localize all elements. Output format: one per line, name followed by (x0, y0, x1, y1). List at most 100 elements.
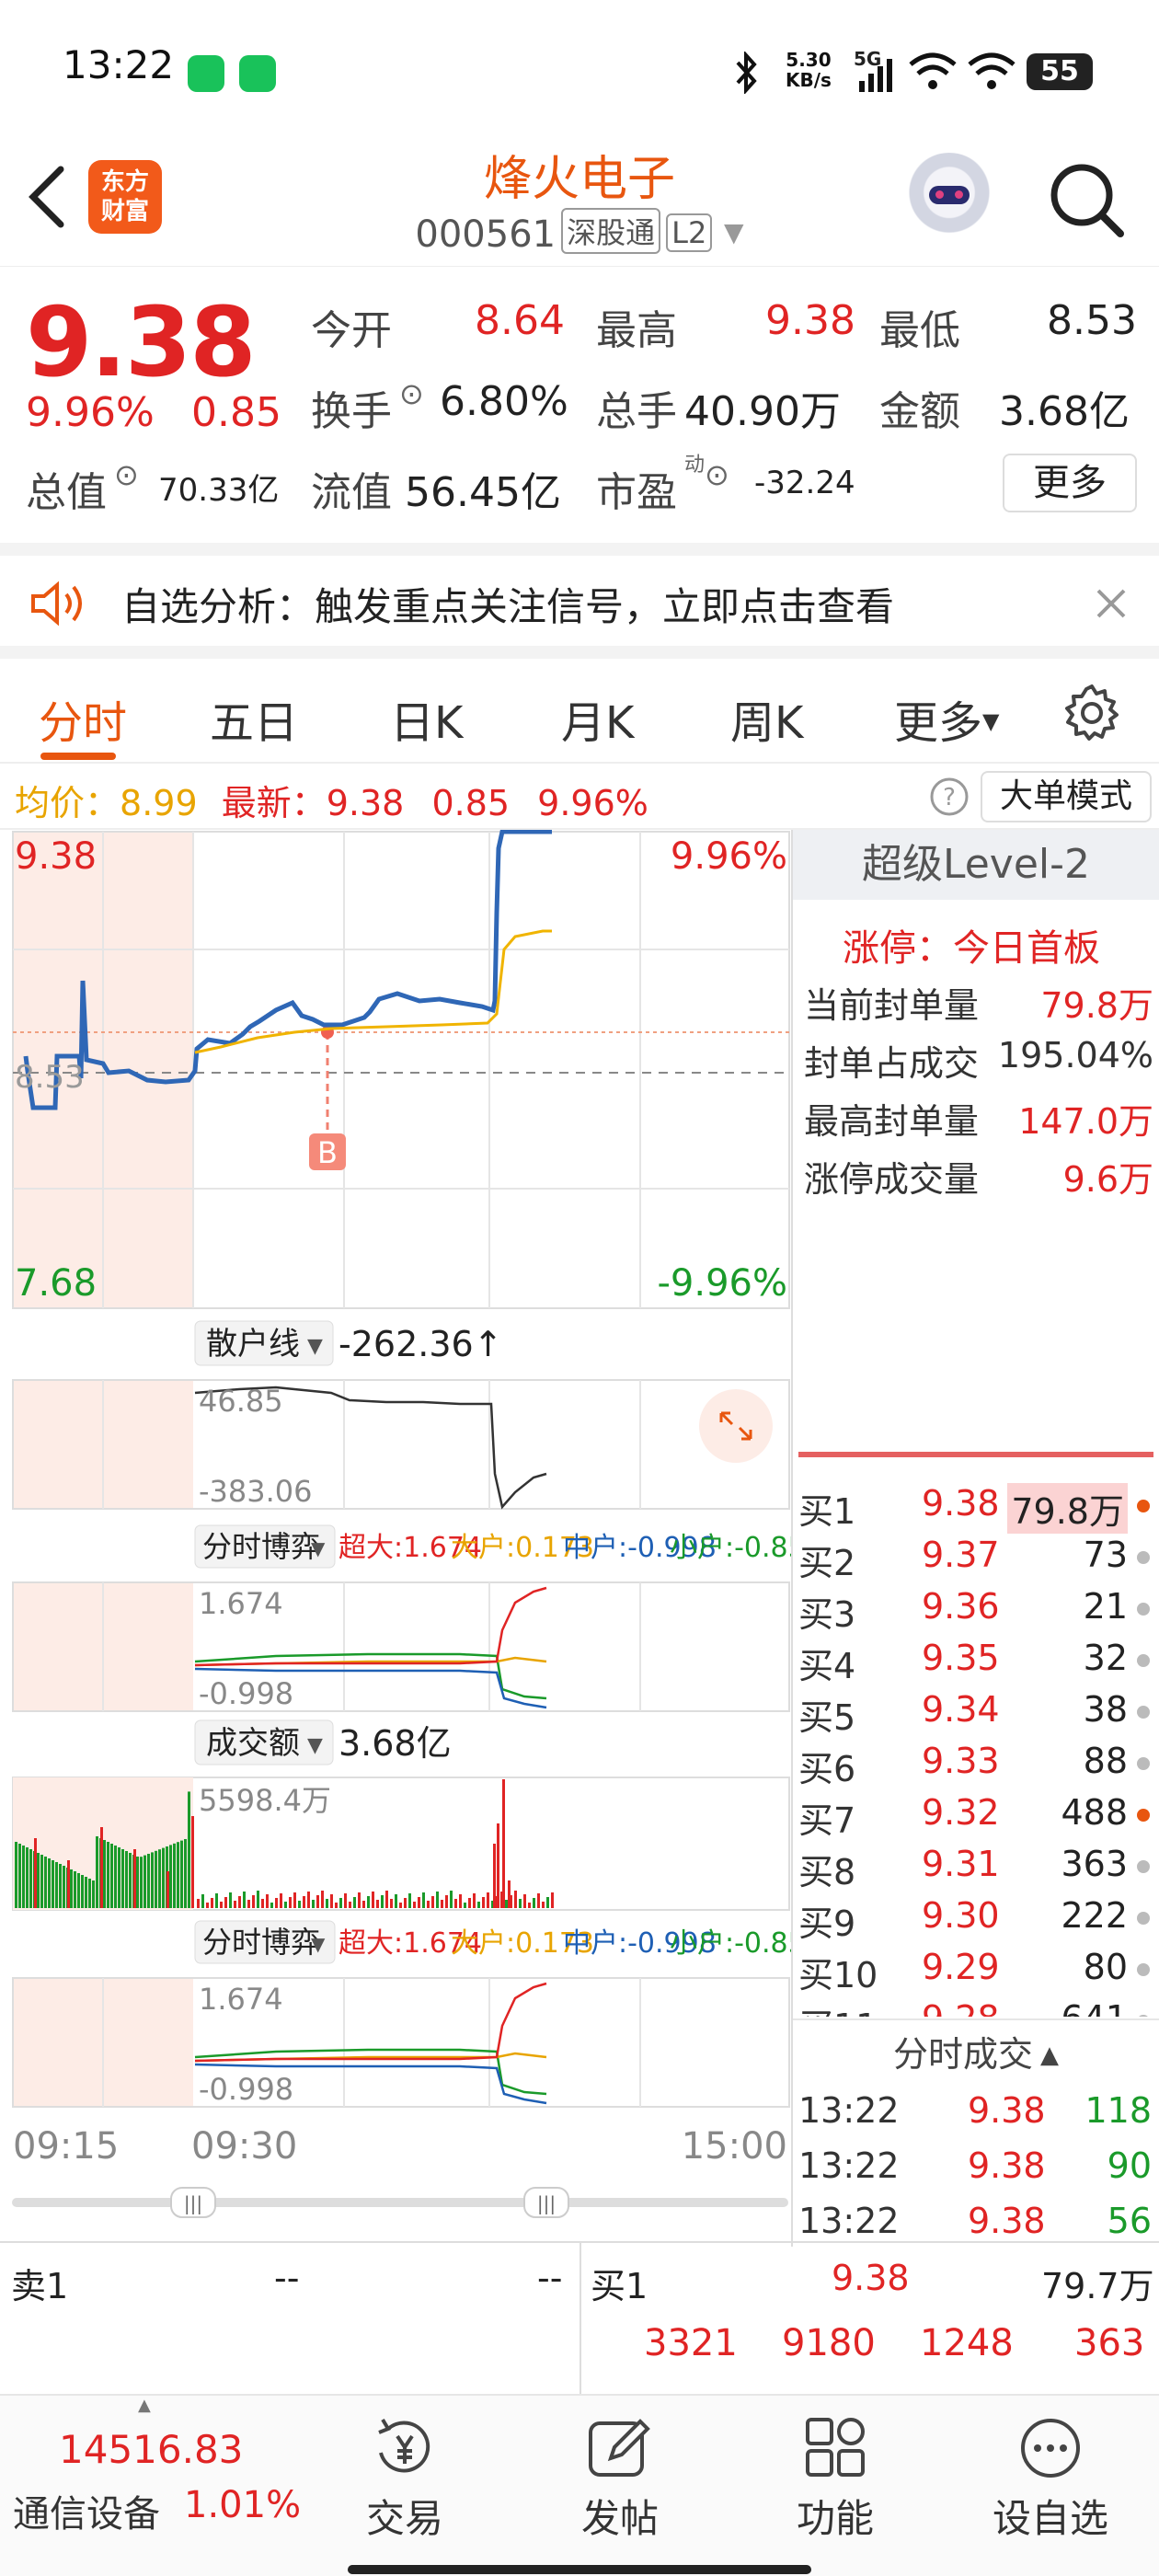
bid-price: 9.30 (922, 1895, 1000, 1936)
volume-bar (125, 1851, 128, 1908)
order-dot-icon (1137, 1912, 1150, 1925)
bid-row[interactable]: 买1 9.38 79.8万 (793, 1483, 1159, 1534)
amount-selector-label: 成交额 (206, 1725, 300, 1762)
bid-row[interactable]: 买9 9.30 222 (793, 1895, 1159, 1944)
amount-label: 金额 (879, 388, 960, 435)
sell1-volume: -- (537, 2258, 563, 2298)
sector-index[interactable]: ▲ 14516.83 通信设备 1.01% (0, 2396, 304, 2561)
order-dot-icon (1137, 1603, 1150, 1616)
settings-gear-icon[interactable] (1061, 683, 1122, 743)
bid-volume: 488 (1061, 1792, 1128, 1833)
volume-bar (92, 1880, 95, 1908)
bid-price: 9.38 (922, 1483, 1000, 1524)
bid-label: 买3 (798, 1594, 856, 1635)
order-dot-icon (1137, 1654, 1150, 1667)
big-order-mode-button[interactable]: 大单模式 (981, 771, 1152, 822)
bid-row[interactable]: 买10 9.29 80 (793, 1947, 1159, 1995)
game-legend: 超大:1.674大户:0.173中户:-0.998小户:-0.850 (339, 1532, 791, 1564)
help-icon[interactable]: ? (929, 776, 970, 817)
close-icon[interactable] (1095, 587, 1128, 620)
bid-row[interactable]: 买2 9.37 73 (793, 1535, 1159, 1583)
volume-bar (303, 1896, 305, 1908)
bid-row[interactable]: 买8 9.31 363 (793, 1844, 1159, 1892)
bid-row[interactable]: 买7 9.32 488 (793, 1792, 1159, 1841)
volume-bar (289, 1897, 292, 1908)
tab-intraday[interactable]: 分时 (39, 686, 127, 751)
stat-label: 当前封单量 (804, 985, 980, 1026)
bid-row[interactable]: 买11 9.28 641 (793, 1998, 1159, 2017)
queue-order: 1248 (920, 2322, 1014, 2364)
change-amount: 0.85 (191, 389, 281, 436)
volume-bar (537, 1893, 540, 1908)
level2-title[interactable]: 超级Level-2 (793, 830, 1159, 900)
y-ref-label: 8.53 (15, 1059, 85, 1096)
volume-bar (533, 1898, 535, 1908)
tick-time: 13:22 (798, 2145, 900, 2186)
info-icon[interactable]: ⊙ (399, 376, 424, 411)
bid-row[interactable]: 买5 9.34 38 (793, 1689, 1159, 1738)
tick-time: 13:22 (798, 2201, 900, 2241)
bid-volume: 21 (1083, 1586, 1128, 1627)
bid-label: 买8 (798, 1852, 856, 1892)
intraday-chart-area[interactable]: B 9.38 8.53 7.68 9.96% -9.96% 散户线 ▼ -262… (0, 829, 823, 2247)
volume-bar (81, 1875, 84, 1908)
bid-row[interactable]: 买4 9.35 32 (793, 1638, 1159, 1686)
volume-bar (48, 1858, 51, 1908)
float-cap-label: 流值 (311, 469, 392, 516)
stat-value: 147.0万 (1018, 1101, 1153, 1142)
more-button[interactable]: 更多 (1003, 454, 1137, 512)
quote-panel: 9.38 9.96% 0.85 总值 ⊙ 70.33亿 今开 8.64 最高 9… (0, 268, 1159, 535)
volume-bar (280, 1893, 282, 1908)
nav-post[interactable]: 发帖 (528, 2403, 712, 2544)
nav-add-watchlist[interactable]: 设自选 (958, 2403, 1142, 2544)
status-bar: 13:22 5.30 KB/s 5G 55 (0, 0, 1159, 138)
retail-min-label: -383.06 (199, 1474, 313, 1509)
game-legend-2: 超大:1.674大户:0.173中户:-0.998小户:-0.850 (339, 1927, 791, 1960)
bid-price: 9.36 (922, 1586, 1000, 1627)
tab-weekly-k[interactable]: 周K (730, 686, 803, 751)
tick-time: 13:22 (798, 2090, 900, 2131)
speaker-icon (31, 581, 82, 627)
nav-trade[interactable]: 交易 (313, 2403, 497, 2544)
assistant-robot-avatar[interactable] (905, 153, 993, 241)
volume-bar (136, 1857, 139, 1908)
info-icon[interactable]: ⊙ (114, 457, 139, 492)
bid-price: 9.37 (922, 1535, 1000, 1575)
bid-row[interactable]: 买6 9.33 88 (793, 1741, 1159, 1789)
signal-notice-bar[interactable]: 自选分析：触发重点关注信号，立即点击查看 (0, 543, 1159, 646)
volume-bar (22, 1846, 25, 1908)
ticks-title[interactable]: 分时成交 ▲ (793, 2026, 1159, 2076)
expand-up-icon: ▲ (138, 2396, 151, 2415)
turnover-value: 6.80% (440, 378, 568, 425)
volume-bar (450, 1891, 453, 1908)
nav-functions[interactable]: 功能 (743, 2403, 927, 2544)
volume-bar (372, 1892, 374, 1908)
volume-bar (514, 1891, 517, 1908)
volume-bar (15, 1842, 17, 1908)
volume-bar (454, 1899, 457, 1908)
nav-post-label: 发帖 (580, 2496, 659, 2541)
volume-bar (169, 1845, 172, 1908)
volume-bar (215, 1893, 218, 1908)
bid-row[interactable]: 买3 9.36 21 (793, 1586, 1159, 1635)
info-icon[interactable]: ⊙ (705, 457, 729, 492)
volume-bar (445, 1895, 448, 1908)
bid-price: 9.32 (922, 1792, 1000, 1833)
bid-price: 9.29 (922, 1947, 1000, 1987)
tick-vol: 90 (1107, 2145, 1152, 2186)
order-dot-icon (1137, 2015, 1150, 2017)
expand-button[interactable] (699, 1389, 773, 1463)
volume-bar (307, 1892, 310, 1908)
tab-more[interactable]: 更多▼ (894, 686, 999, 751)
tab-daily-k[interactable]: 日K (390, 686, 463, 751)
retail-value: -262.36↑ (339, 1324, 503, 1364)
tab-five-day[interactable]: 五日 (210, 686, 298, 751)
y-min-label: 7.68 (15, 1262, 97, 1305)
time-end-label: 15:00 (682, 2125, 787, 2168)
volume-bar (493, 1844, 496, 1908)
volume-bar (497, 1823, 499, 1908)
search-icon[interactable] (1045, 158, 1128, 241)
game-max-label: 1.674 (199, 1586, 283, 1621)
tab-monthly-k[interactable]: 月K (561, 686, 634, 751)
index-value: 14516.83 (59, 2427, 244, 2472)
